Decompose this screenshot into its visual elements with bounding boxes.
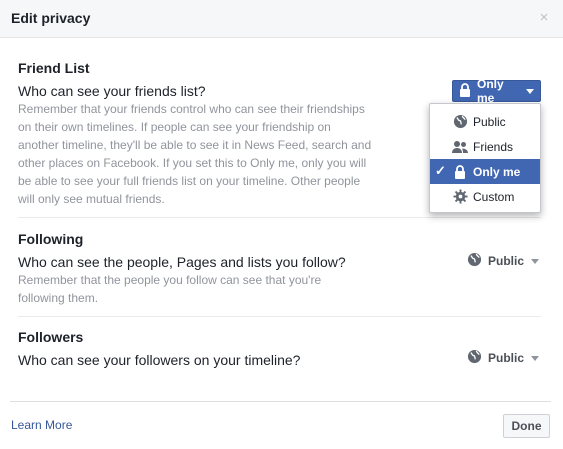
menu-item-only-me[interactable]: ✓ Only me (430, 159, 540, 184)
following-privacy-label: Public (487, 254, 524, 268)
learn-more-link[interactable]: Learn More (11, 418, 72, 432)
close-icon[interactable]: × (535, 8, 553, 28)
chevron-down-icon (531, 258, 539, 264)
followers-privacy-label: Public (487, 351, 524, 365)
dialog-header: Edit privacy × (0, 0, 563, 38)
followers-question: Who can see your followers on your timel… (18, 352, 301, 368)
friend-list-description: Remember that your friends control who c… (18, 102, 372, 206)
dialog-title: Edit privacy (11, 10, 91, 26)
globe-icon (467, 349, 482, 367)
followers-section: Followers Who can see your followers on … (18, 329, 541, 368)
chevron-down-icon (526, 88, 534, 94)
friend-list-title: Friend List (18, 60, 90, 76)
menu-item-public[interactable]: Public (430, 109, 540, 134)
done-button[interactable]: Done (503, 414, 550, 438)
globe-icon (452, 114, 468, 130)
following-privacy-button[interactable]: Public (465, 250, 541, 272)
followers-title: Followers (18, 329, 84, 345)
footer-divider (10, 401, 551, 402)
menu-item-label: Public (473, 114, 506, 129)
following-question: Who can see the people, Pages and lists … (18, 254, 346, 270)
menu-item-custom[interactable]: Custom (430, 184, 540, 209)
section-divider (18, 316, 541, 317)
checkmark-icon: ✓ (435, 163, 446, 178)
lock-icon (452, 164, 468, 180)
following-description: Remember that the people you follow can … (18, 273, 322, 305)
friend-list-privacy-label: Only me (477, 77, 504, 105)
friend-list-privacy-button[interactable]: Only me (452, 77, 541, 105)
section-divider (18, 217, 541, 218)
chevron-down-icon (531, 355, 539, 361)
following-title: Following (18, 231, 84, 247)
friends-icon (452, 139, 468, 155)
following-section: Following Who can see the people, Pages … (18, 231, 541, 307)
privacy-dropdown-menu: Public Friends ✓ Only me Custom (429, 103, 541, 213)
lock-icon (459, 82, 471, 100)
menu-item-label: Friends (473, 139, 514, 154)
menu-item-friends[interactable]: Friends (430, 134, 540, 159)
globe-icon (467, 252, 482, 270)
followers-privacy-button[interactable]: Public (465, 347, 541, 369)
menu-item-label: Only me (473, 164, 521, 179)
menu-item-label: Custom (473, 189, 515, 204)
gear-icon (452, 189, 468, 205)
